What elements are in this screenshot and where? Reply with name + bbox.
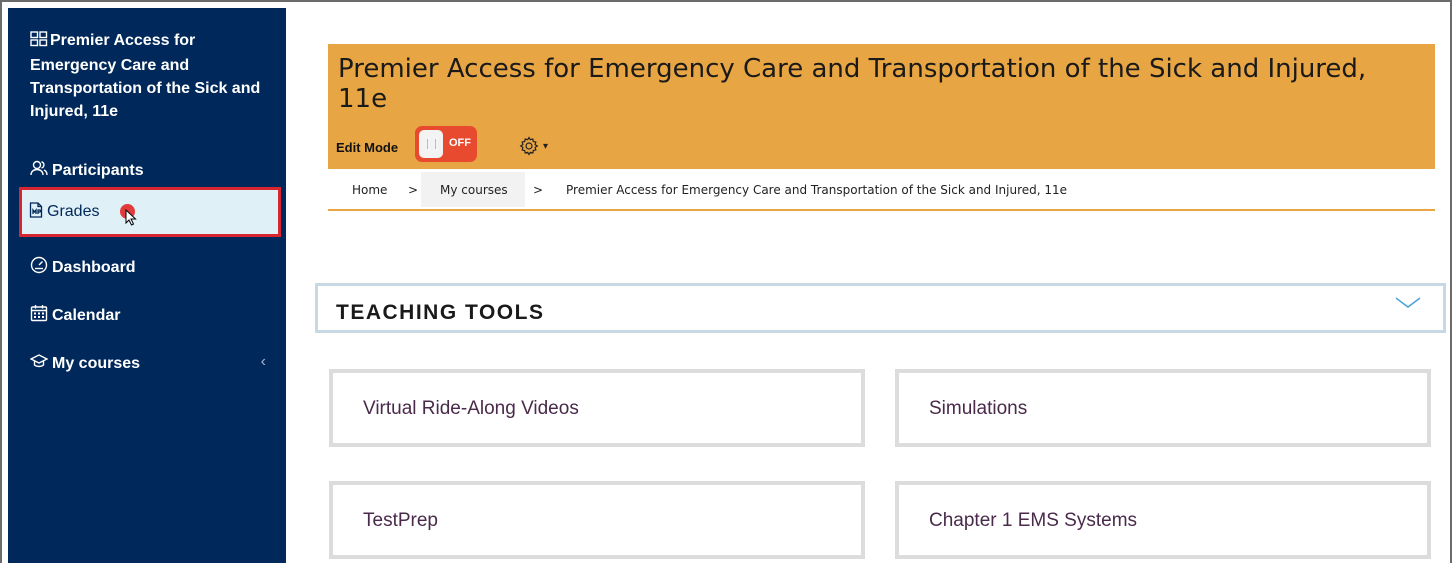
sidebar-item-dashboard[interactable]: Dashboard <box>30 256 136 279</box>
dashboard-icon <box>30 256 48 279</box>
edit-mode-label: Edit Mode <box>336 140 399 155</box>
grades-icon <box>29 201 43 223</box>
gear-icon[interactable] <box>519 136 539 161</box>
course-header: Premier Access for Emergency Care and Tr… <box>328 44 1435 169</box>
card-label: Chapter 1 EMS Systems <box>929 510 1138 531</box>
card-label: Simulations <box>929 398 1028 419</box>
sidebar-item-label: Dashboard <box>52 258 136 276</box>
grid-icon <box>30 31 48 54</box>
breadcrumb-separator: > <box>408 183 419 197</box>
tool-card-testprep[interactable]: TestPrep <box>329 481 865 559</box>
tool-card-simulations[interactable]: Simulations <box>895 369 1431 447</box>
card-label: Virtual Ride-Along Videos <box>363 398 579 419</box>
participants-icon <box>30 159 48 182</box>
chevron-down-icon[interactable]: ▾ <box>543 141 548 152</box>
tool-card-chapter-1[interactable]: Chapter 1 EMS Systems <box>895 481 1431 559</box>
breadcrumb-home[interactable]: Home <box>352 183 387 197</box>
toggle-knob <box>419 130 443 158</box>
graduation-cap-icon <box>29 353 49 374</box>
section-title: TEACHING TOOLS <box>336 301 545 324</box>
app-frame: Premier Access for Emergency Care and Tr… <box>0 0 1452 563</box>
sidebar: Premier Access for Emergency Care and Tr… <box>8 8 286 563</box>
sidebar-course-title[interactable]: Premier Access for Emergency Care and Tr… <box>30 29 270 123</box>
sidebar-item-calendar[interactable]: Calendar <box>30 304 120 327</box>
sidebar-item-my-courses[interactable]: My courses ‹ <box>29 353 266 374</box>
tool-card-virtual-ride-along[interactable]: Virtual Ride-Along Videos <box>329 369 865 447</box>
calendar-icon <box>30 304 48 327</box>
sidebar-item-label: Grades <box>47 203 100 220</box>
teaching-tools-section[interactable]: TEACHING TOOLS <box>315 283 1446 333</box>
sidebar-course-title-text: Premier Access for Emergency Care and Tr… <box>30 32 261 120</box>
chevron-left-icon[interactable]: ‹ <box>261 353 266 371</box>
sidebar-item-label: My courses <box>52 354 141 372</box>
sidebar-item-label: Calendar <box>52 306 121 324</box>
edit-mode-toggle[interactable]: OFF <box>415 126 477 162</box>
page-title: Premier Access for Emergency Care and Tr… <box>338 54 1367 114</box>
mouse-pointer-icon <box>125 208 137 231</box>
toggle-state-label: OFF <box>449 137 471 149</box>
sidebar-item-label: Participants <box>52 161 144 179</box>
sidebar-item-grades[interactable]: Grades <box>19 187 281 237</box>
breadcrumb-course[interactable]: Premier Access for Emergency Care and Tr… <box>566 183 1067 197</box>
card-label: TestPrep <box>363 510 438 531</box>
breadcrumb-separator: > <box>533 183 544 197</box>
chevron-down-icon[interactable] <box>1395 296 1421 315</box>
breadcrumb: Home > My courses > Premier Access for E… <box>328 169 1435 211</box>
breadcrumb-my-courses[interactable]: My courses <box>440 183 508 197</box>
sidebar-item-participants[interactable]: Participants <box>30 159 144 182</box>
